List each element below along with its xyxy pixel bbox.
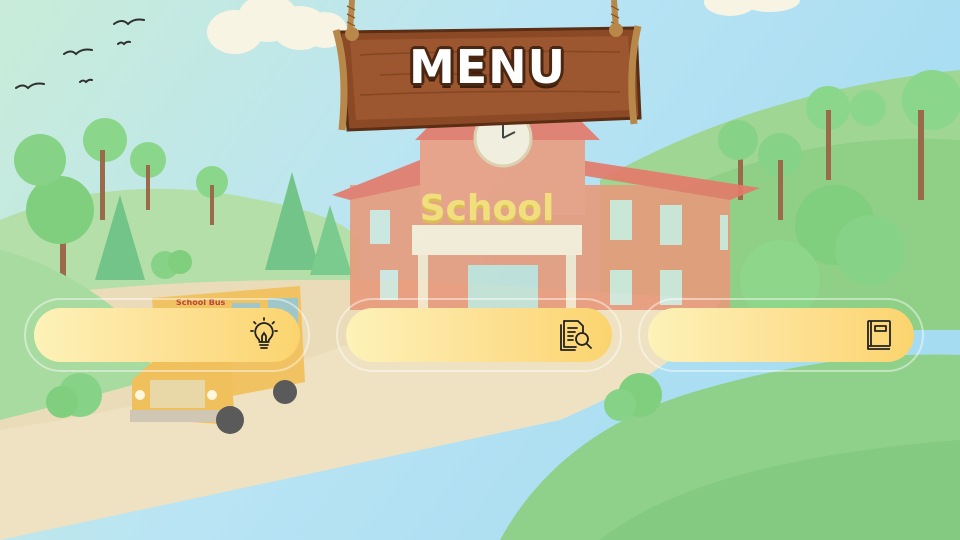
- menu-button-ideas[interactable]: [34, 308, 300, 362]
- menu-title: MENU: [408, 40, 567, 94]
- book-icon: [867, 320, 891, 350]
- menu-button-research[interactable]: [346, 308, 612, 362]
- school-building-sign: School: [419, 188, 555, 229]
- lightbulb-icon: [250, 317, 278, 349]
- menu-button-book[interactable]: [648, 308, 914, 362]
- document-search-icon: [560, 320, 592, 351]
